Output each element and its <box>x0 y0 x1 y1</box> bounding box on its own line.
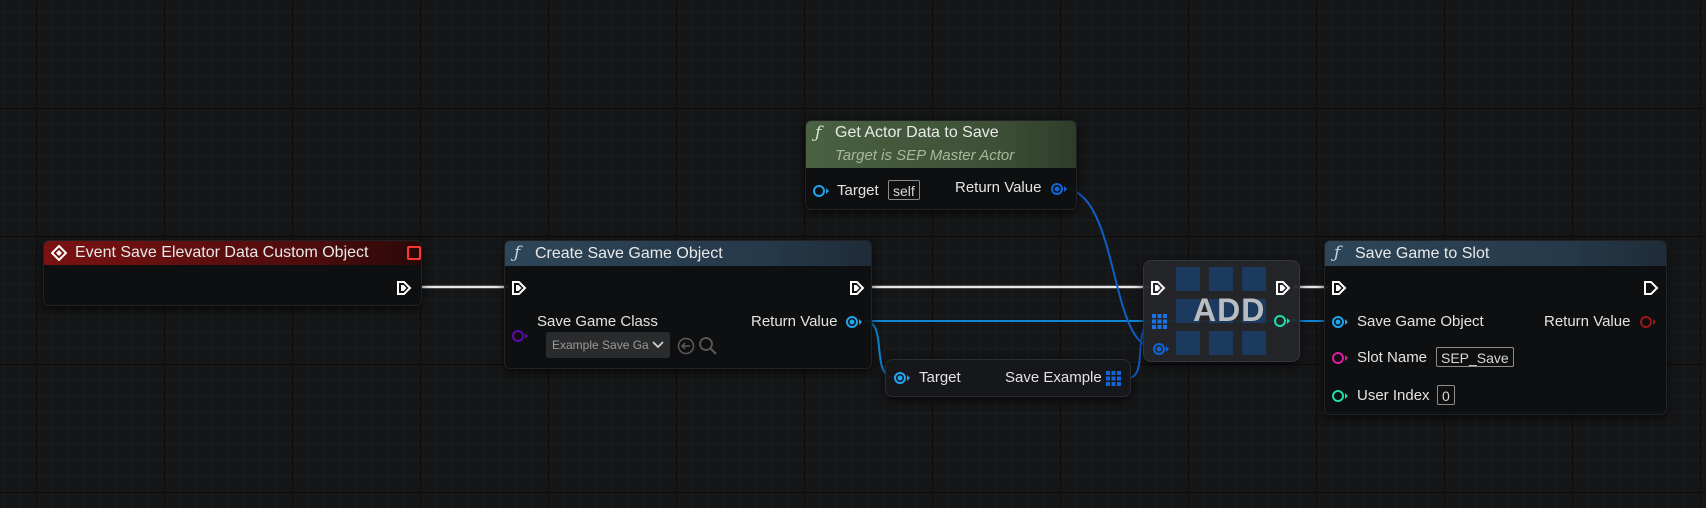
get-actor-node-subtitle: Target is SEP Master Actor <box>835 147 1015 164</box>
getter-output-label: Save Example <box>1005 369 1102 386</box>
create-return-value-pin[interactable] <box>845 315 865 329</box>
add-exec-out-pin[interactable] <box>1275 280 1291 296</box>
create-exec-in-pin[interactable] <box>511 280 527 296</box>
getter-target-label: Target <box>919 369 961 386</box>
function-icon: ƒ <box>514 243 521 263</box>
browse-search-icon[interactable] <box>698 336 718 356</box>
slot-name-pin[interactable] <box>1331 351 1351 365</box>
add-return-index-pin[interactable] <box>1273 314 1293 328</box>
event-node[interactable]: Event Save Elevator Data Custom Object <box>43 240 422 306</box>
save-slot-node-title: Save Game to Slot <box>1355 245 1490 262</box>
save-game-class-dropdown[interactable]: Example Save Ga <box>546 332 670 358</box>
save-slot-exec-in-pin[interactable] <box>1331 280 1347 296</box>
use-selected-asset-icon[interactable] <box>677 337 695 355</box>
save-game-class-label: Save Game Class <box>537 313 658 330</box>
get-actor-target-label: Target <box>837 182 879 199</box>
get-actor-target-pin[interactable] <box>812 184 832 198</box>
event-exec-out-pin[interactable] <box>396 280 412 296</box>
array-grid-icon[interactable] <box>1106 371 1121 386</box>
create-save-game-object-node[interactable]: ƒ Create Save Game Object Save Game Clas… <box>504 240 872 369</box>
add-target-array-pin[interactable] <box>1152 314 1167 329</box>
save-game-to-slot-node[interactable]: ƒ Save Game to Slot Save Game Object Ret… <box>1324 240 1667 415</box>
get-actor-node-title: Get Actor Data to Save <box>835 124 999 141</box>
user-index-label: User Index <box>1357 387 1430 404</box>
event-diamond-icon <box>51 245 67 261</box>
add-node-label: ADD <box>1193 292 1266 328</box>
user-index-input[interactable]: 0 <box>1437 385 1455 405</box>
create-save-node-title: Create Save Game Object <box>535 245 723 262</box>
chevron-down-icon <box>652 341 664 349</box>
create-exec-out-pin[interactable] <box>849 280 865 296</box>
save-slot-return-value-pin[interactable] <box>1639 315 1659 329</box>
get-actor-data-node[interactable]: ƒ Get Actor Data to Save Target is SEP M… <box>805 120 1077 210</box>
save-game-object-label: Save Game Object <box>1357 313 1484 330</box>
get-actor-node-header[interactable]: ƒ Get Actor Data to Save Target is SEP M… <box>806 121 1076 168</box>
event-node-header[interactable]: Event Save Elevator Data Custom Object <box>44 241 421 265</box>
save-slot-node-header[interactable]: ƒ Save Game to Slot <box>1325 241 1666 266</box>
save-game-object-pin[interactable] <box>1331 315 1351 329</box>
function-icon: ƒ <box>815 123 822 143</box>
object-wire-actor-to-add <box>1061 187 1156 349</box>
slot-name-label: Slot Name <box>1357 349 1428 366</box>
slot-name-input[interactable]: SEP_Save <box>1436 347 1514 367</box>
delegate-pin-icon[interactable] <box>407 246 421 260</box>
add-item-pin[interactable] <box>1152 342 1172 356</box>
create-save-node-header[interactable]: ƒ Create Save Game Object <box>505 241 871 266</box>
user-index-pin[interactable] <box>1331 389 1351 403</box>
get-actor-return-value-label: Return Value <box>955 179 1042 196</box>
event-node-title: Event Save Elevator Data Custom Object <box>75 244 369 261</box>
get-actor-return-value-pin[interactable] <box>1050 182 1070 196</box>
save-example-getter-node[interactable]: Target Save Example <box>885 359 1131 397</box>
function-icon: ƒ <box>1334 243 1341 263</box>
save-slot-return-value-label: Return Value <box>1544 313 1631 330</box>
save-slot-exec-out-pin[interactable] <box>1643 280 1659 296</box>
array-add-node[interactable]: ADD <box>1143 260 1300 362</box>
get-actor-target-value[interactable]: self <box>888 180 920 200</box>
save-game-class-value: Example Save Ga <box>552 338 649 352</box>
getter-target-pin[interactable] <box>893 371 913 385</box>
add-exec-in-pin[interactable] <box>1150 280 1166 296</box>
save-game-class-pin[interactable] <box>511 329 529 343</box>
create-return-value-label: Return Value <box>751 313 838 330</box>
